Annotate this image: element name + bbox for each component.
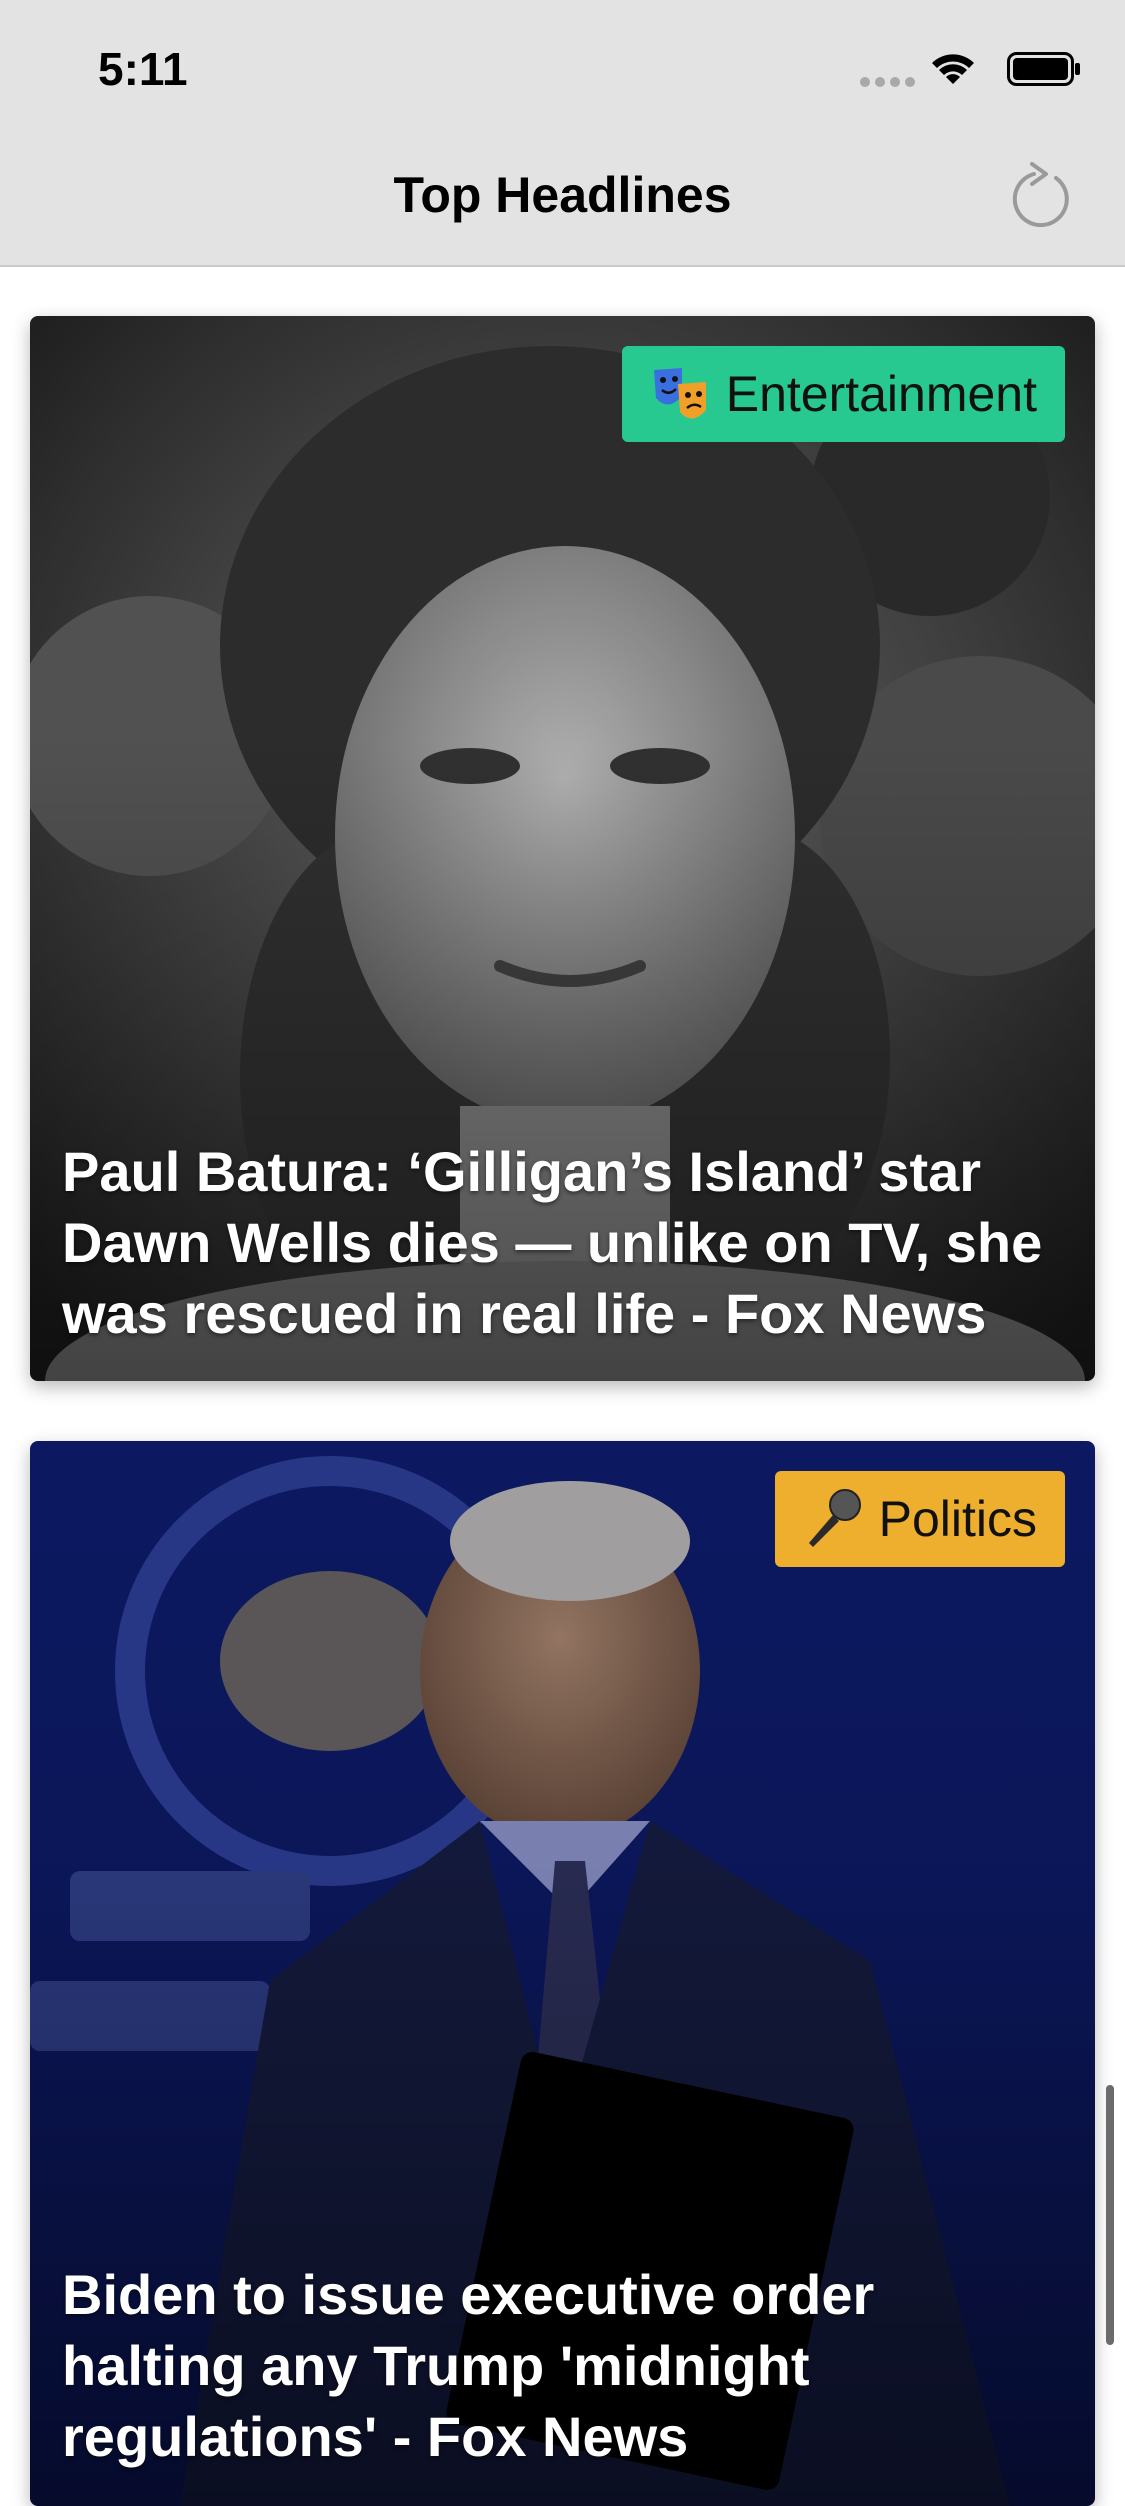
scroll-indicator[interactable] [1106,2085,1114,2345]
category-label: Politics [878,1491,1037,1547]
wifi-icon [932,54,974,84]
category-badge: Entertainment [621,346,1065,442]
cellular-signal-icon [860,77,915,87]
article-headline: Paul Batura: ‘Gilligan’s Island’ star Da… [62,1140,1043,1345]
article-card[interactable]: Politics Biden to issue executive order … [30,1441,1095,2506]
page-title: Top Headlines [393,167,732,223]
status-time: 5:11 [98,43,188,95]
category-badge: Politics [774,1471,1065,1567]
status-icons [841,50,1081,90]
refresh-icon[interactable] [1012,158,1076,228]
article-headline: Biden to issue executive order halting a… [62,2263,875,2468]
navigation-bar: 5:11 Top Headlines [0,0,1125,267]
article-card[interactable]: Entertainment Paul Batura: ‘Gilligan’s I… [30,316,1095,1381]
category-label: Entertainment [725,366,1037,422]
battery-icon [1007,52,1080,86]
performing-arts-masks-icon [653,368,706,419]
microphone-icon [808,1489,861,1547]
